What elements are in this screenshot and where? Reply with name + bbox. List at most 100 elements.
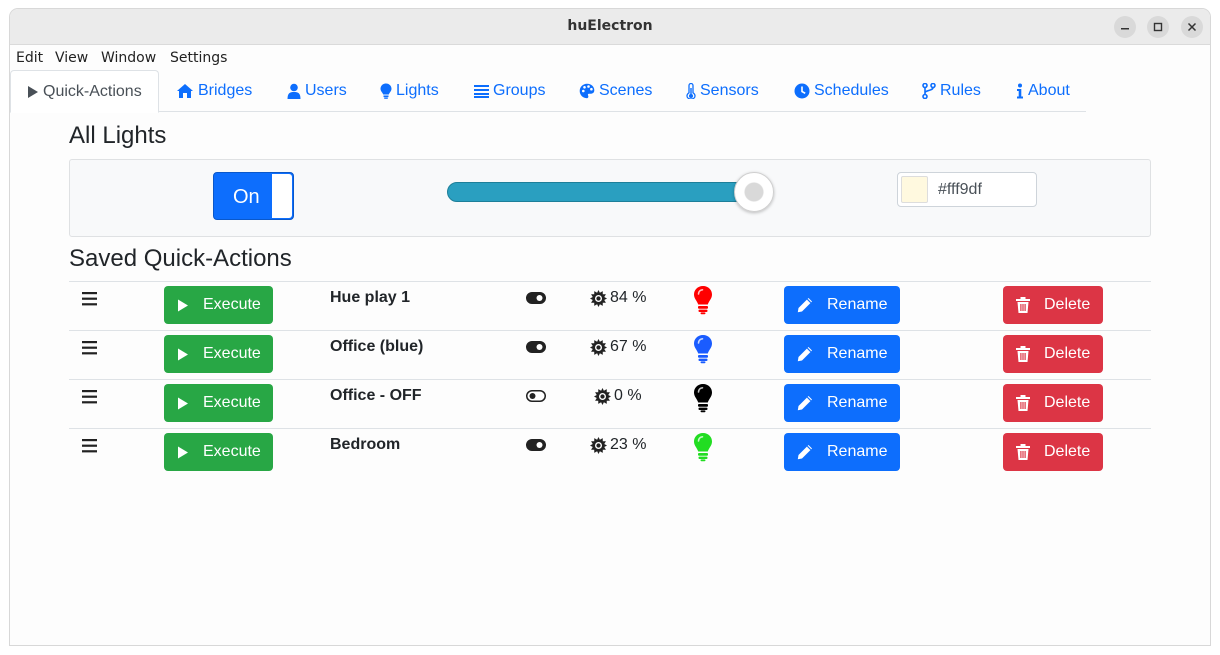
- tab-bar: Quick-Actions Bridges Users Lights Group…: [10, 70, 1086, 113]
- info-icon: [1017, 83, 1023, 99]
- trash-icon: [1016, 395, 1030, 411]
- table-row: Execute Bedroom 23 % Rename Delete: [69, 428, 1151, 477]
- tab-quick-actions[interactable]: Quick-Actions: [10, 70, 159, 113]
- all-lights-heading: All Lights: [69, 122, 167, 149]
- quick-actions-table: Execute Hue play 1 84 % Rename Delete Ex…: [69, 281, 1151, 477]
- window-title: huElectron: [567, 18, 653, 34]
- tab-label: About: [1028, 82, 1070, 99]
- color-swatch[interactable]: [901, 176, 928, 203]
- lightbulb-icon: [694, 384, 712, 413]
- rename-button[interactable]: Rename: [784, 286, 900, 324]
- palette-icon: [579, 83, 595, 99]
- delete-label: Delete: [1044, 345, 1091, 362]
- saved-quick-actions-heading: Saved Quick-Actions: [69, 245, 292, 272]
- tab-about[interactable]: About: [1016, 70, 1070, 112]
- lightbulb-icon: [380, 83, 392, 99]
- execute-label: Execute: [203, 443, 261, 460]
- quick-action-name: Office - OFF: [330, 387, 422, 404]
- sun-icon: [590, 289, 607, 307]
- list-icon: [474, 85, 489, 98]
- brightness-text: 67 %: [610, 338, 647, 355]
- play-icon: [178, 397, 188, 409]
- tab-sensors[interactable]: Sensors: [686, 70, 759, 112]
- minimize-icon: [1121, 28, 1129, 30]
- lightbulb-icon: [694, 286, 712, 315]
- menu-settings[interactable]: Settings: [170, 50, 227, 66]
- table-row: Execute Office - OFF 0 % Rename Delete: [69, 379, 1151, 428]
- delete-button[interactable]: Delete: [1003, 384, 1103, 422]
- clock-icon: [794, 83, 810, 99]
- brightness-value: 23 %: [590, 436, 646, 454]
- execute-label: Execute: [203, 345, 261, 362]
- all-lights-card: On #fff9df: [69, 159, 1151, 237]
- brightness-text: 23 %: [610, 436, 647, 453]
- menu-edit[interactable]: Edit: [16, 50, 43, 66]
- brightness-value: 67 %: [590, 338, 646, 356]
- table-row: Execute Hue play 1 84 % Rename Delete: [69, 281, 1151, 330]
- tab-users[interactable]: Users: [287, 70, 347, 112]
- execute-label: Execute: [203, 296, 261, 313]
- execute-button[interactable]: Execute: [164, 384, 273, 422]
- execute-label: Execute: [203, 394, 261, 411]
- toggle-icon: [526, 439, 546, 451]
- tab-label: Schedules: [814, 82, 889, 99]
- brightness-value: 84 %: [590, 289, 646, 307]
- trash-icon: [1016, 346, 1030, 362]
- tab-bridges[interactable]: Bridges: [176, 70, 252, 112]
- delete-label: Delete: [1044, 443, 1091, 460]
- sun-icon: [590, 436, 607, 454]
- drag-handle-icon[interactable]: [82, 439, 98, 453]
- minimize-button[interactable]: [1114, 16, 1136, 38]
- tab-label: Bridges: [198, 82, 253, 99]
- drag-handle-icon[interactable]: [82, 390, 98, 404]
- tab-schedules[interactable]: Schedules: [794, 70, 889, 112]
- close-button[interactable]: [1181, 16, 1203, 38]
- quick-action-name: Office (blue): [330, 338, 424, 355]
- delete-label: Delete: [1044, 296, 1091, 313]
- tab-label: Quick-Actions: [43, 82, 142, 100]
- table-row: Execute Office (blue) 67 % Rename Delete: [69, 330, 1151, 379]
- brightness-slider-thumb[interactable]: [733, 172, 774, 212]
- power-toggle-label: On: [233, 186, 260, 208]
- play-icon: [28, 85, 38, 98]
- brightness-slider-track[interactable]: [447, 182, 773, 202]
- lightbulb-icon: [694, 433, 712, 462]
- delete-button[interactable]: Delete: [1003, 286, 1103, 324]
- maximize-button[interactable]: [1147, 16, 1169, 38]
- pencil-icon: [797, 347, 812, 362]
- rename-button[interactable]: Rename: [784, 433, 900, 471]
- quick-action-name: Hue play 1: [330, 289, 411, 306]
- delete-button[interactable]: Delete: [1003, 335, 1103, 373]
- rename-label: Rename: [827, 345, 888, 362]
- brightness-text: 0 %: [614, 387, 642, 404]
- title-bar: huElectron: [10, 9, 1210, 45]
- power-toggle-knob: [272, 174, 292, 218]
- tab-label: Groups: [493, 82, 546, 99]
- close-icon: [1187, 22, 1197, 32]
- tab-lights[interactable]: Lights: [380, 70, 439, 112]
- drag-handle-icon[interactable]: [82, 292, 98, 306]
- execute-button[interactable]: Execute: [164, 286, 273, 324]
- app-window: huElectron Edit View Window Settings Qui…: [10, 9, 1210, 645]
- power-toggle[interactable]: On: [213, 172, 294, 220]
- rename-button[interactable]: Rename: [784, 384, 900, 422]
- toggle-icon: [526, 341, 546, 353]
- lightbulb-icon: [694, 335, 712, 364]
- rename-label: Rename: [827, 443, 888, 460]
- execute-button[interactable]: Execute: [164, 433, 273, 471]
- tab-scenes[interactable]: Scenes: [579, 70, 652, 112]
- execute-button[interactable]: Execute: [164, 335, 273, 373]
- rename-button[interactable]: Rename: [784, 335, 900, 373]
- menu-view[interactable]: View: [55, 50, 88, 66]
- color-picker-field[interactable]: #fff9df: [897, 172, 1037, 207]
- menu-window[interactable]: Window: [101, 50, 156, 66]
- tab-groups[interactable]: Groups: [474, 70, 545, 112]
- tab-label: Users: [305, 82, 347, 99]
- drag-handle-icon[interactable]: [82, 341, 98, 355]
- delete-button[interactable]: Delete: [1003, 433, 1103, 471]
- tab-rules[interactable]: Rules: [922, 70, 981, 112]
- maximize-icon: [1153, 22, 1163, 32]
- home-icon: [177, 84, 193, 98]
- tab-label: Scenes: [599, 82, 653, 99]
- delete-label: Delete: [1044, 394, 1091, 411]
